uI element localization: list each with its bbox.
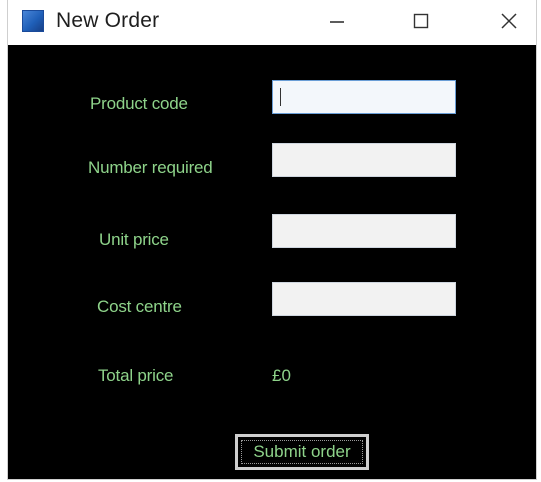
- minimize-icon: [330, 21, 344, 23]
- product-code-input[interactable]: [272, 80, 456, 114]
- total-price-label: Total price: [98, 366, 174, 385]
- cost-centre-label: Cost centre: [97, 297, 182, 316]
- number-required-label: Number required: [88, 158, 213, 177]
- app-window-icon: [22, 10, 44, 32]
- new-order-window: New Order Product code Number required U…: [7, 0, 537, 480]
- total-price-value: £0: [272, 366, 291, 385]
- title-bar[interactable]: New Order: [8, 0, 536, 45]
- minimize-button[interactable]: [314, 0, 360, 42]
- close-icon: [501, 13, 517, 29]
- unit-price-label: Unit price: [99, 230, 169, 249]
- product-code-label: Product code: [90, 94, 188, 113]
- close-button[interactable]: [486, 0, 532, 42]
- text-caret: [280, 88, 281, 106]
- window-title: New Order: [56, 9, 160, 32]
- number-required-input[interactable]: [272, 143, 456, 177]
- maximize-button[interactable]: [398, 0, 444, 42]
- submit-order-button[interactable]: Submit order: [235, 434, 369, 470]
- maximize-icon: [413, 13, 429, 29]
- cost-centre-input[interactable]: [272, 282, 456, 316]
- unit-price-input[interactable]: [272, 214, 456, 248]
